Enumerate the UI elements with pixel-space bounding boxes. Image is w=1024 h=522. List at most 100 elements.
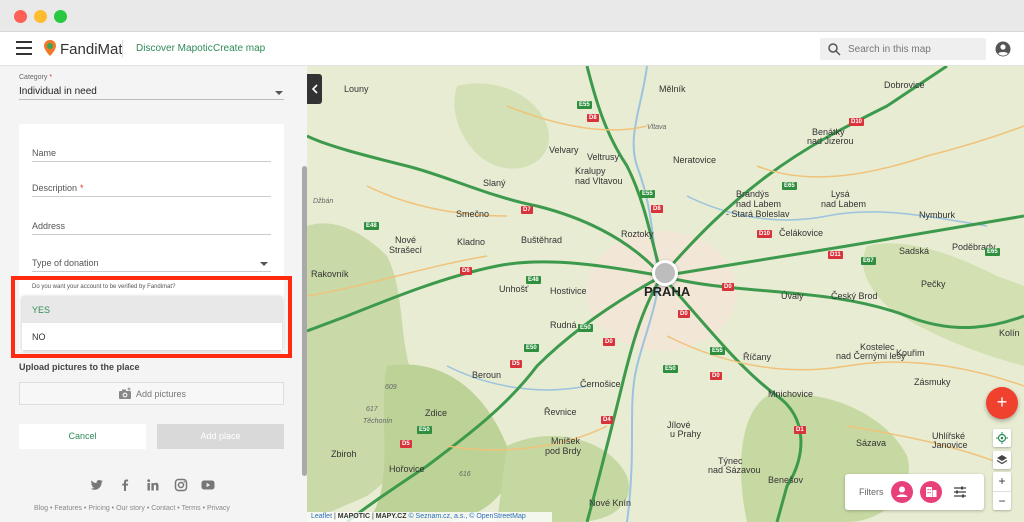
- filter-individual-button[interactable]: [891, 481, 913, 503]
- road-shield: E50: [663, 365, 678, 373]
- city-label: Hostivice: [550, 286, 587, 296]
- city-label: Unhošť: [499, 284, 529, 294]
- add-place-fab[interactable]: +: [986, 387, 1018, 419]
- road-shield: D6: [460, 267, 472, 275]
- city-label: Sadská: [899, 246, 930, 256]
- chevron-down-icon: [275, 91, 283, 95]
- city-label: Zásmuky: [914, 377, 951, 387]
- city-label: Buštěhrad: [521, 235, 563, 245]
- city-label: Černošice: [580, 379, 621, 389]
- city-label: Zdice: [425, 408, 448, 418]
- facebook-icon[interactable]: [118, 478, 132, 492]
- add-pictures-label: Add pictures: [136, 389, 187, 399]
- description-field[interactable]: Description *: [32, 183, 271, 197]
- copyright-links[interactable]: © Seznam.cz, a.s., © OpenStreetMap: [408, 513, 525, 520]
- nav-discover-mapotic[interactable]: Discover Mapotic: [136, 43, 213, 54]
- mapy-logo: MAPY.CZ: [375, 513, 407, 520]
- road-shield: E65: [985, 248, 1000, 256]
- filters-bar: Filters: [845, 474, 984, 510]
- app-header: FandiMat Discover Mapotic Create map: [0, 32, 1024, 66]
- filter-organization-button[interactable]: [920, 481, 942, 503]
- instagram-icon[interactable]: [174, 478, 188, 492]
- close-window-button[interactable]: [14, 10, 27, 23]
- category-value: Individual in need: [19, 86, 97, 97]
- minimize-window-button[interactable]: [34, 10, 47, 23]
- road-shield: E55: [710, 347, 725, 355]
- chevron-down-icon: [260, 262, 268, 266]
- city-label: Kralupy: [575, 166, 606, 176]
- donation-type-select[interactable]: Type of donation: [32, 258, 271, 272]
- city-label: Benešov: [768, 475, 804, 485]
- nav-create-map[interactable]: Create map: [213, 43, 265, 54]
- city-label: Mělník: [659, 84, 686, 94]
- filters-label: Filters: [859, 487, 884, 497]
- road-shield: E55: [577, 101, 592, 109]
- city-label: Řevnice: [544, 407, 577, 417]
- footer-link-pricing[interactable]: Pricing: [88, 505, 109, 512]
- elevation-label: 617: [366, 406, 378, 413]
- city-label: Kladno: [457, 237, 486, 247]
- menu-icon[interactable]: [16, 41, 32, 55]
- search-input[interactable]: [848, 41, 980, 57]
- building-icon: [926, 487, 937, 497]
- leaflet-link[interactable]: Leaflet: [311, 513, 332, 520]
- road-shield: D7: [521, 206, 533, 214]
- camera-icon: [119, 387, 131, 399]
- city-label: Kouřim: [896, 348, 925, 358]
- map-search: [820, 38, 986, 60]
- maximize-window-button[interactable]: [54, 10, 67, 23]
- description-field-label: Description: [32, 183, 78, 193]
- footer-link-blog[interactable]: Blog: [34, 505, 48, 512]
- collapse-panel-button[interactable]: [307, 74, 322, 104]
- layers-button[interactable]: [993, 451, 1011, 469]
- zoom-out-button[interactable]: −: [993, 491, 1011, 510]
- road-shield: D0: [603, 338, 615, 346]
- brand-name: FandiMat: [60, 41, 123, 58]
- required-mark: *: [80, 183, 84, 193]
- city-label: Pečky: [921, 279, 946, 289]
- map-canvas[interactable]: Louny Mělník Velvary Veltrusy Kralupy na…: [307, 66, 1024, 522]
- account-icon[interactable]: [995, 41, 1011, 57]
- road-shield: E55: [640, 190, 655, 198]
- city-label: Říčany: [743, 352, 772, 362]
- tune-icon[interactable]: [953, 485, 967, 499]
- city-label: Smečno: [456, 209, 490, 219]
- linkedin-icon[interactable]: [146, 478, 160, 492]
- youtube-icon[interactable]: [201, 478, 215, 492]
- upload-title: Upload pictures to the place: [19, 362, 140, 372]
- city-label: nad Labem: [821, 199, 867, 209]
- road-shield: E65: [782, 182, 797, 190]
- footer-link-contact[interactable]: Contact: [151, 505, 175, 512]
- road-shield: D0: [710, 372, 722, 380]
- logo-icon: [44, 40, 56, 56]
- road-shield: D11: [828, 251, 843, 259]
- cancel-button[interactable]: Cancel: [19, 424, 146, 449]
- category-label: Category *: [19, 74, 53, 81]
- road-shield: E50: [417, 426, 432, 434]
- map-marker[interactable]: [652, 260, 678, 286]
- city-label: Zbiroh: [331, 449, 357, 459]
- header-divider: [122, 40, 123, 58]
- donation-type-label: Type of donation: [32, 258, 99, 268]
- city-label: Strašecí: [389, 245, 423, 255]
- category-select[interactable]: Individual in need: [19, 86, 284, 100]
- add-place-button[interactable]: Add place: [157, 424, 284, 449]
- place-label: Těchonín: [363, 418, 393, 425]
- address-field[interactable]: Address: [32, 221, 271, 235]
- name-field[interactable]: Name: [32, 148, 271, 162]
- add-pictures-button[interactable]: Add pictures: [19, 382, 284, 405]
- footer-link-terms[interactable]: Terms: [182, 505, 201, 512]
- address-field-label: Address: [32, 221, 66, 231]
- twitter-icon[interactable]: [90, 478, 104, 492]
- locate-me-button[interactable]: [993, 429, 1011, 447]
- search-icon[interactable]: [827, 42, 841, 56]
- footer-link-features[interactable]: Features: [54, 505, 82, 512]
- locate-icon: [996, 432, 1008, 444]
- road-shield: D8: [587, 114, 599, 122]
- zoom-in-button[interactable]: +: [993, 472, 1011, 491]
- city-label: Velvary: [549, 145, 579, 155]
- city-label: Rakovník: [311, 269, 349, 279]
- person-icon: [896, 486, 908, 497]
- footer-link-privacy[interactable]: Privacy: [207, 505, 230, 512]
- footer-link-our-story[interactable]: Our story: [116, 505, 145, 512]
